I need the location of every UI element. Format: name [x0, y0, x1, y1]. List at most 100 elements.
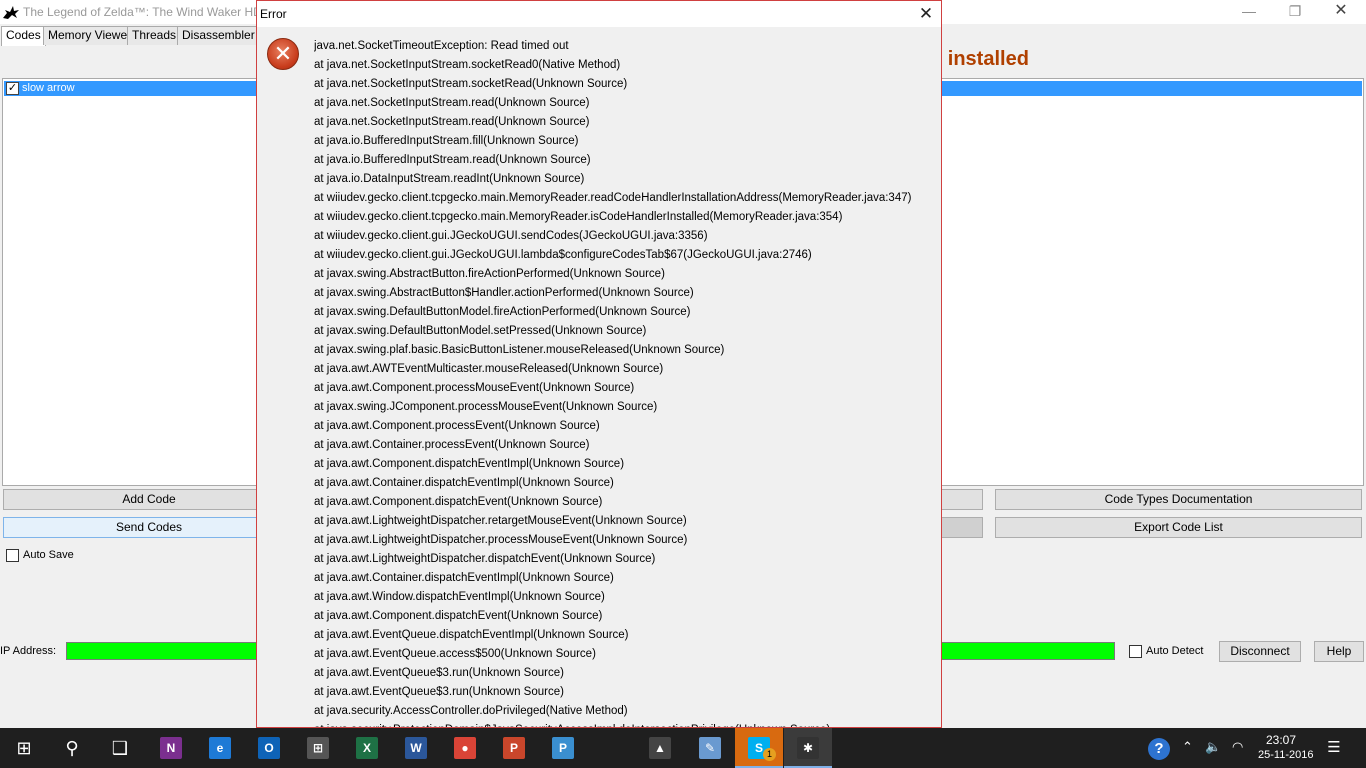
main-tabs: Codes Memory Viewer Threads Disassembler — [0, 26, 300, 46]
chrome-icon: ● — [454, 737, 476, 759]
stack-trace-line: at java.awt.Component.processEvent(Unkno… — [314, 420, 600, 432]
stack-trace-line: at wiiudev.gecko.client.tcpgecko.main.Me… — [314, 192, 912, 204]
stack-trace-line: java.net.SocketTimeoutException: Read ti… — [314, 40, 569, 52]
stack-trace-line: at java.awt.LightweightDispatcher.proces… — [314, 534, 688, 546]
jgecko-icon: ✱ — [797, 737, 819, 759]
code-checkbox[interactable]: ✓ — [6, 82, 19, 95]
auto-save-label: Auto Save — [23, 549, 74, 561]
stack-trace-line: at java.net.SocketInputStream.socketRead… — [314, 59, 621, 71]
photos-icon: ▲ — [649, 737, 671, 759]
volume-icon[interactable]: 🔈 — [1205, 739, 1221, 755]
taskbar-button-store[interactable]: ⊞ — [294, 728, 342, 768]
taskbar: ⊞ ⚲ ❑ Ne O ⊞ X W ● P P ▲ ✎ S 1 ✱ ? ⌃ 🔈 ◠ 23:07 25-11-20… — [0, 728, 1366, 768]
stack-trace-line: at javax.swing.DefaultButtonModel.setPre… — [314, 325, 647, 337]
maximize-button[interactable]: ❐ — [1272, 0, 1318, 24]
store-icon: ⊞ — [307, 737, 329, 759]
powerpoint-icon: P — [503, 737, 525, 759]
start-icon: ⊞ — [16, 738, 32, 758]
code-handler-status: n installed — [930, 48, 1029, 70]
taskbar-button-edge[interactable]: e — [196, 728, 244, 768]
stack-trace-line: at java.net.SocketInputStream.socketRead… — [314, 78, 628, 90]
taskbar-button-app-p[interactable]: P — [539, 728, 587, 768]
disconnect-button[interactable]: Disconnect — [1219, 641, 1301, 662]
stack-trace-line: at java.awt.EventQueue.dispatchEventImpl… — [314, 629, 629, 641]
stack-trace-line: at java.awt.Window.dispatchEventImpl(Unk… — [314, 591, 605, 603]
taskbar-button-skype[interactable]: S1 — [735, 728, 783, 768]
stack-trace-line: at java.awt.EventQueue$3.run(Unknown Sou… — [314, 667, 564, 679]
stack-trace-line: at java.awt.Component.processMouseEvent(… — [314, 382, 635, 394]
auto-save-checkbox[interactable] — [6, 549, 19, 562]
tab-memory-viewer[interactable]: Memory Viewer — [43, 26, 137, 45]
dialog-close-button[interactable]: ✕ — [911, 3, 941, 25]
taskbar-button-photos[interactable]: ▲ — [636, 728, 684, 768]
hidden-button-1[interactable] — [940, 489, 983, 510]
task-view-icon: ❑ — [111, 738, 129, 758]
help-tray-icon[interactable]: ? — [1148, 738, 1170, 760]
dialog-titlebar[interactable]: Error ✕ — [257, 1, 941, 27]
stack-trace-line: at java.awt.EventQueue.access$500(Unknow… — [314, 648, 596, 660]
taskbar-button-jgecko[interactable]: ✱ — [784, 728, 832, 768]
stack-trace-line: at java.awt.EventQueue$3.run(Unknown Sou… — [314, 686, 564, 698]
minimize-button[interactable]: — — [1226, 0, 1272, 24]
stack-trace-line: at javax.swing.DefaultButtonModel.fireAc… — [314, 306, 691, 318]
stack-trace-line: at java.awt.Container.dispatchEventImpl(… — [314, 477, 614, 489]
onenote-icon: N — [160, 737, 182, 759]
stack-trace-line: at javax.swing.JComponent.processMouseEv… — [314, 401, 658, 413]
stack-trace-line: at java.net.SocketInputStream.read(Unkno… — [314, 97, 590, 109]
taskbar-button-outlook[interactable]: O — [245, 728, 293, 768]
taskbar-button-powerpoint[interactable]: P — [490, 728, 538, 768]
word-icon: W — [405, 737, 427, 759]
clock-date[interactable]: 25-11-2016 — [1258, 749, 1313, 761]
tab-threads[interactable]: Threads — [127, 26, 182, 45]
stack-trace-line: at wiiudev.gecko.client.gui.JGeckoUGUI.l… — [314, 249, 812, 261]
stack-trace-line: at java.io.BufferedInputStream.read(Unkn… — [314, 154, 591, 166]
taskbar-button-paint[interactable]: ✎ — [686, 728, 734, 768]
notification-badge: 1 — [763, 748, 776, 761]
auto-detect-checkbox[interactable] — [1129, 645, 1142, 658]
stack-trace-line: at wiiudev.gecko.client.tcpgecko.main.Me… — [314, 211, 843, 223]
auto-detect-label: Auto Detect — [1146, 645, 1204, 657]
chevron-up-icon[interactable]: ⌃ — [1182, 739, 1193, 755]
ip-address-label: IP Address: — [0, 645, 57, 657]
taskbar-button-start[interactable]: ⊞ — [0, 728, 48, 768]
paint-icon: ✎ — [699, 737, 721, 759]
help-button[interactable]: Help — [1314, 641, 1364, 662]
code-types-documentation-button[interactable]: Code Types Documentation — [995, 489, 1362, 510]
wifi-icon[interactable]: ◠ — [1232, 739, 1243, 755]
edge-icon: e — [209, 737, 231, 759]
stack-trace-line: at java.awt.Component.dispatchEvent(Unkn… — [314, 496, 603, 508]
app-p-icon: P — [552, 737, 574, 759]
tab-codes[interactable]: Codes — [1, 26, 46, 46]
hidden-button-2[interactable] — [940, 517, 983, 538]
notifications-icon[interactable]: ☰ — [1322, 736, 1346, 760]
clock-time[interactable]: 23:07 — [1266, 733, 1296, 747]
outlook-icon: O — [258, 737, 280, 759]
search-icon: ⚲ — [65, 738, 79, 758]
stack-trace-line: at java.net.SocketInputStream.read(Unkno… — [314, 116, 590, 128]
add-code-button[interactable]: Add Code — [3, 489, 295, 510]
taskbar-button-excel[interactable]: X — [343, 728, 391, 768]
stack-trace-line: at java.awt.Container.processEvent(Unkno… — [314, 439, 590, 451]
code-label: slow arrow — [22, 82, 75, 94]
dialog-title: Error — [260, 7, 287, 21]
stack-trace-line: at javax.swing.plaf.basic.BasicButtonLis… — [314, 344, 725, 356]
taskbar-button-task-view[interactable]: ❑ — [96, 728, 144, 768]
stack-trace-line: at java.io.BufferedInputStream.fill(Unkn… — [314, 135, 579, 147]
stack-trace-line: at java.security.AccessController.doPriv… — [314, 705, 628, 717]
taskbar-button-chrome[interactable]: ● — [441, 728, 489, 768]
taskbar-button-onenote[interactable]: N — [147, 728, 195, 768]
taskbar-button-word[interactable]: W — [392, 728, 440, 768]
stack-trace-line: at java.awt.AWTEventMulticaster.mouseRel… — [314, 363, 664, 375]
stack-trace-line: at java.awt.LightweightDispatcher.retarg… — [314, 515, 687, 527]
stack-trace-line: at javax.swing.AbstractButton.fireAction… — [314, 268, 665, 280]
window-title: The Legend of Zelda™: The Wind Waker HD — [23, 5, 262, 19]
export-code-list-button[interactable]: Export Code List — [995, 517, 1362, 538]
stack-trace-line: at java.awt.Component.dispatchEvent(Unkn… — [314, 610, 603, 622]
tab-disassembler[interactable]: Disassembler — [177, 26, 260, 45]
stack-trace-line: at java.io.DataInputStream.readInt(Unkno… — [314, 173, 585, 185]
close-button[interactable]: ✕ — [1318, 0, 1364, 24]
stack-trace-line: at java.awt.Component.dispatchEventImpl(… — [314, 458, 625, 470]
taskbar-button-search[interactable]: ⚲ — [48, 728, 96, 768]
send-codes-button[interactable]: Send Codes — [3, 517, 295, 538]
stack-trace-line: at java.awt.Container.dispatchEventImpl(… — [314, 572, 614, 584]
